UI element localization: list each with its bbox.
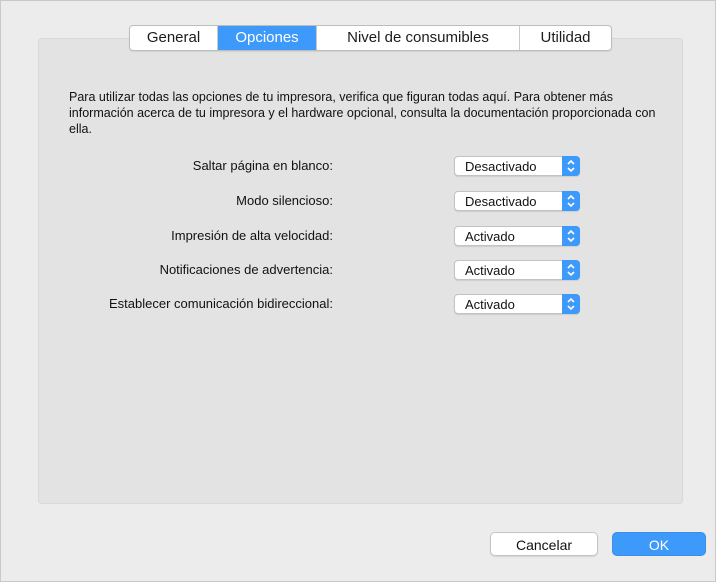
popup-value: Desactivado — [465, 194, 537, 209]
popup-value: Activado — [465, 263, 515, 278]
tab-general[interactable]: General — [130, 26, 218, 50]
popup-alta-velocidad[interactable]: Activado — [454, 226, 580, 246]
tab-utilidad[interactable]: Utilidad — [520, 26, 611, 50]
options-description: Para utilizar todas las opciones de tu i… — [69, 90, 656, 136]
printer-options-dialog: General Opciones Nivel de consumibles Ut… — [0, 0, 716, 582]
option-label: Modo silencioso: — [236, 193, 333, 208]
option-row-notificaciones: Notificaciones de advertencia: Activado — [1, 260, 601, 280]
popup-modo-silencioso[interactable]: Desactivado — [454, 191, 580, 211]
ok-button[interactable]: OK — [612, 532, 706, 556]
option-row-modo-silencioso: Modo silencioso: Desactivado — [1, 191, 601, 211]
updown-chevron-icon — [562, 191, 580, 211]
cancel-button[interactable]: Cancelar — [490, 532, 598, 556]
updown-chevron-icon — [562, 294, 580, 314]
option-label: Impresión de alta velocidad: — [171, 228, 333, 243]
popup-value: Activado — [465, 297, 515, 312]
popup-value: Activado — [465, 229, 515, 244]
option-label: Establecer comunicación bidireccional: — [108, 296, 333, 311]
option-label: Saltar página en blanco: — [192, 158, 333, 173]
option-row-saltar-pagina: Saltar página en blanco: Desactivado — [1, 156, 601, 176]
updown-chevron-icon — [562, 260, 580, 280]
popup-saltar-pagina[interactable]: Desactivado — [454, 156, 580, 176]
popup-bidireccional[interactable]: Activado — [454, 294, 580, 314]
option-row-bidireccional: Establecer comunicación bidireccional: A… — [1, 294, 601, 314]
popup-notificaciones[interactable]: Activado — [454, 260, 580, 280]
tab-nivel-de-consumibles[interactable]: Nivel de consumibles — [317, 26, 520, 50]
option-label: Notificaciones de advertencia: — [159, 262, 333, 277]
option-row-alta-velocidad: Impresión de alta velocidad: Activado — [1, 226, 601, 246]
tab-bar: General Opciones Nivel de consumibles Ut… — [129, 25, 612, 51]
popup-value: Desactivado — [465, 159, 537, 174]
updown-chevron-icon — [562, 156, 580, 176]
tab-opciones[interactable]: Opciones — [218, 26, 317, 50]
updown-chevron-icon — [562, 226, 580, 246]
